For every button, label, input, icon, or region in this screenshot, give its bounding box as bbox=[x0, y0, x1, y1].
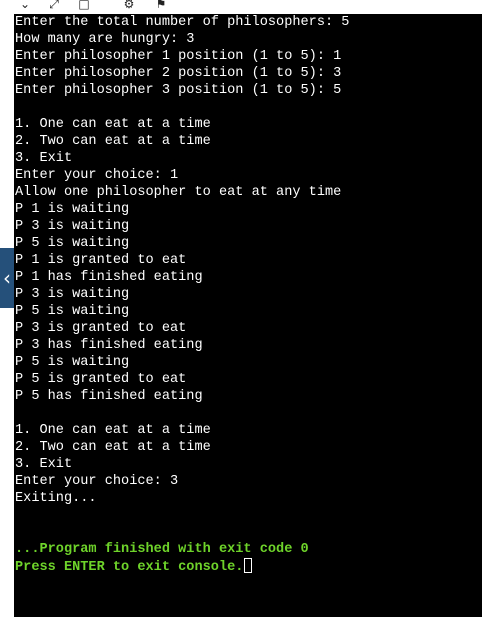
exit-status-line: ...Program finished with exit code 0 bbox=[15, 542, 309, 557]
text-cursor[interactable] bbox=[244, 558, 253, 573]
console-line: Allow one philosopher to eat at any time bbox=[15, 185, 342, 200]
console-line: P 1 is granted to eat bbox=[15, 253, 187, 268]
console-line: P 3 has finished eating bbox=[15, 338, 203, 353]
console-line: 3. Exit bbox=[15, 151, 73, 166]
console-line: Enter philosopher 2 position (1 to 5): 3 bbox=[15, 66, 342, 81]
console-line: 2. Two can eat at a time bbox=[15, 440, 211, 455]
left-gutter bbox=[0, 0, 14, 617]
press-enter-text: Press ENTER to exit console. bbox=[15, 560, 244, 575]
console-line: 2. Two can eat at a time bbox=[15, 134, 211, 149]
console-line: 1. One can eat at a time bbox=[15, 423, 211, 438]
console-line: 1. One can eat at a time bbox=[15, 117, 211, 132]
console-line: P 5 is waiting bbox=[15, 236, 130, 251]
console-line: P 3 is waiting bbox=[15, 287, 130, 302]
console-output[interactable]: Enter the total number of philosophers: … bbox=[14, 14, 482, 617]
console-line: Enter your choice: 3 bbox=[15, 474, 179, 489]
console-line: P 5 is waiting bbox=[15, 304, 130, 319]
console-line: P 1 has finished eating bbox=[15, 270, 203, 285]
console-line: Enter your choice: 1 bbox=[15, 168, 179, 183]
chevron-down-icon[interactable]: ⌄ bbox=[17, 0, 33, 12]
console-line: Exiting... bbox=[15, 491, 97, 506]
console-line: How many are hungry: 3 bbox=[15, 32, 195, 47]
console-line: P 5 is granted to eat bbox=[15, 372, 187, 387]
gear-icon[interactable]: ⚙ bbox=[121, 0, 137, 12]
press-enter-prompt[interactable]: Press ENTER to exit console. bbox=[15, 558, 253, 575]
console-toolbar: ⌄ ⤢ □ ⚙ ⚑ bbox=[14, 0, 482, 14]
console-line: 3. Exit bbox=[15, 457, 73, 472]
run-icon[interactable]: □ bbox=[76, 0, 92, 12]
console-line: Enter philosopher 3 position (1 to 5): 5 bbox=[15, 83, 342, 98]
console-line: P 3 is waiting bbox=[15, 219, 130, 234]
console-line: Enter philosopher 1 position (1 to 5): 1 bbox=[15, 49, 342, 64]
console-line: Enter the total number of philosophers: … bbox=[15, 15, 350, 30]
console-line: P 5 is waiting bbox=[15, 355, 130, 370]
console-line: P 3 is granted to eat bbox=[15, 321, 187, 336]
collapse-panel-icon[interactable]: ‹ bbox=[0, 265, 14, 291]
console-line: P 1 is waiting bbox=[15, 202, 130, 217]
console-window: ‹ ⌄ ⤢ □ ⚙ ⚑ Enter the total number of ph… bbox=[0, 0, 482, 617]
console-line: P 5 has finished eating bbox=[15, 389, 203, 404]
debug-icon[interactable]: ⚑ bbox=[153, 0, 169, 12]
expand-icon[interactable]: ⤢ bbox=[46, 0, 62, 12]
